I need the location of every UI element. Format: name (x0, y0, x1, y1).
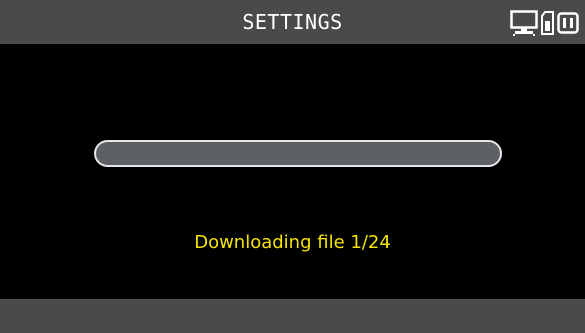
status-icons (510, 8, 579, 38)
page-title: SETTINGS (242, 10, 343, 34)
download-status-message: Downloading file 1/24 (194, 232, 391, 253)
download-progress-bar (94, 140, 502, 167)
sd-card-icon (541, 11, 554, 35)
title-bar: SETTINGS (0, 0, 585, 44)
computer-icon (510, 10, 538, 36)
settings-screen: SETTINGS Downloading file 1/24 (0, 0, 585, 333)
bottom-bar (0, 299, 585, 333)
battery-icon (557, 12, 579, 34)
